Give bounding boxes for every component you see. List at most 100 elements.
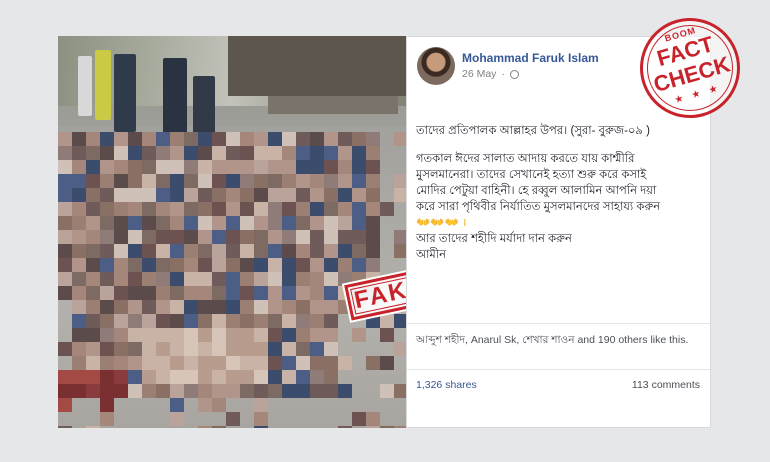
blur-pixel	[324, 356, 338, 370]
blur-pixel	[198, 188, 212, 202]
blur-pixel	[72, 174, 86, 188]
blur-pixel	[338, 426, 352, 428]
blur-pixel	[128, 370, 142, 384]
blur-pixel	[86, 132, 100, 146]
blur-pixel	[240, 342, 254, 356]
blur-pixel	[226, 286, 240, 300]
blur-pixel	[282, 328, 296, 342]
blur-pixel	[310, 300, 324, 314]
blur-pixel	[170, 384, 184, 398]
blur-pixel	[58, 398, 72, 412]
blur-pixel	[100, 398, 114, 412]
blur-pixel	[184, 202, 198, 216]
blur-pixel	[156, 244, 170, 258]
blur-pixel	[296, 216, 310, 230]
blur-pixel	[198, 244, 212, 258]
blur-pixel	[254, 258, 268, 272]
blur-pixel	[310, 258, 324, 272]
blur-pixel	[142, 174, 156, 188]
post-date[interactable]: 26 May	[462, 68, 496, 80]
blur-pixel	[72, 328, 86, 342]
blur-pixel	[380, 356, 394, 370]
blur-pixel	[310, 244, 324, 258]
blur-pixel	[198, 356, 212, 370]
shares-link[interactable]: 1,326 shares	[416, 379, 477, 391]
blur-pixel	[212, 426, 226, 428]
blur-pixel	[324, 286, 338, 300]
blur-pixel	[100, 132, 114, 146]
blur-pixel	[128, 258, 142, 272]
blur-pixel	[72, 272, 86, 286]
blur-pixel	[296, 314, 310, 328]
blur-pixel	[72, 300, 86, 314]
blur-pixel	[114, 132, 128, 146]
blur-pixel	[156, 384, 170, 398]
blur-pixel	[72, 370, 86, 384]
blur-pixel	[240, 384, 254, 398]
comments-link[interactable]: 113 comments	[632, 379, 700, 391]
blur-pixel	[366, 174, 380, 188]
blur-pixel	[72, 160, 86, 174]
blur-pixel	[72, 286, 86, 300]
blur-pixel	[394, 174, 406, 188]
blur-pixel	[142, 356, 156, 370]
blur-pixel	[240, 160, 254, 174]
blur-pixel	[198, 132, 212, 146]
blur-pixel	[72, 258, 86, 272]
blur-pixel	[114, 300, 128, 314]
blur-pixel	[254, 174, 268, 188]
blur-pixel	[184, 244, 198, 258]
blur-pixel	[72, 384, 86, 398]
blur-pixel	[240, 370, 254, 384]
blur-pixel	[86, 286, 100, 300]
blur-pixel	[324, 258, 338, 272]
blur-pixel	[86, 300, 100, 314]
blur-pixel	[268, 244, 282, 258]
blur-pixel	[58, 216, 72, 230]
meta-separator: ·	[501, 68, 505, 80]
blur-pixel	[310, 342, 324, 356]
blur-pixel	[296, 132, 310, 146]
blur-pixel	[58, 160, 72, 174]
blur-pixel	[226, 230, 240, 244]
blur-pixel	[170, 174, 184, 188]
blur-pixel	[282, 286, 296, 300]
blur-pixel	[142, 230, 156, 244]
blur-pixel	[184, 370, 198, 384]
blur-pixel	[114, 244, 128, 258]
blur-pixel	[268, 258, 282, 272]
blur-pixel	[184, 328, 198, 342]
divider	[407, 369, 710, 370]
blur-pixel	[100, 300, 114, 314]
blur-pixel	[212, 132, 226, 146]
divider	[407, 323, 710, 324]
blur-pixel	[212, 356, 226, 370]
blur-pixel	[310, 314, 324, 328]
blur-pixel	[268, 272, 282, 286]
avatar[interactable]	[417, 47, 455, 85]
blur-pixel	[156, 300, 170, 314]
blur-pixel	[142, 384, 156, 398]
blur-pixel	[198, 216, 212, 230]
photo-figure	[95, 50, 111, 120]
blur-pixel	[170, 314, 184, 328]
blur-pixel	[170, 412, 184, 426]
blur-pixel	[114, 356, 128, 370]
blur-pixel	[338, 146, 352, 160]
post-paragraph-2: গতকাল ঈদের সালাত আদায় করতে যায় কাশ্মীর…	[416, 151, 706, 263]
blur-pixel	[352, 412, 366, 426]
blur-pixel	[86, 314, 100, 328]
post-author[interactable]: Mohammad Faruk Islam	[462, 51, 599, 65]
blur-pixel	[114, 202, 128, 216]
blur-pixel	[240, 132, 254, 146]
photo-figure	[78, 56, 92, 116]
blur-pixel	[184, 356, 198, 370]
blur-pixel	[86, 230, 100, 244]
blur-pixel	[282, 174, 296, 188]
blur-pixel	[212, 174, 226, 188]
blur-pixel	[128, 230, 142, 244]
blur-pixel	[366, 244, 380, 258]
blur-pixel	[72, 216, 86, 230]
likes-summary[interactable]: আব্দুশ শহীদ, Anarul Sk, শেখার শাওন and 1…	[416, 333, 701, 347]
blur-pixel	[324, 384, 338, 398]
